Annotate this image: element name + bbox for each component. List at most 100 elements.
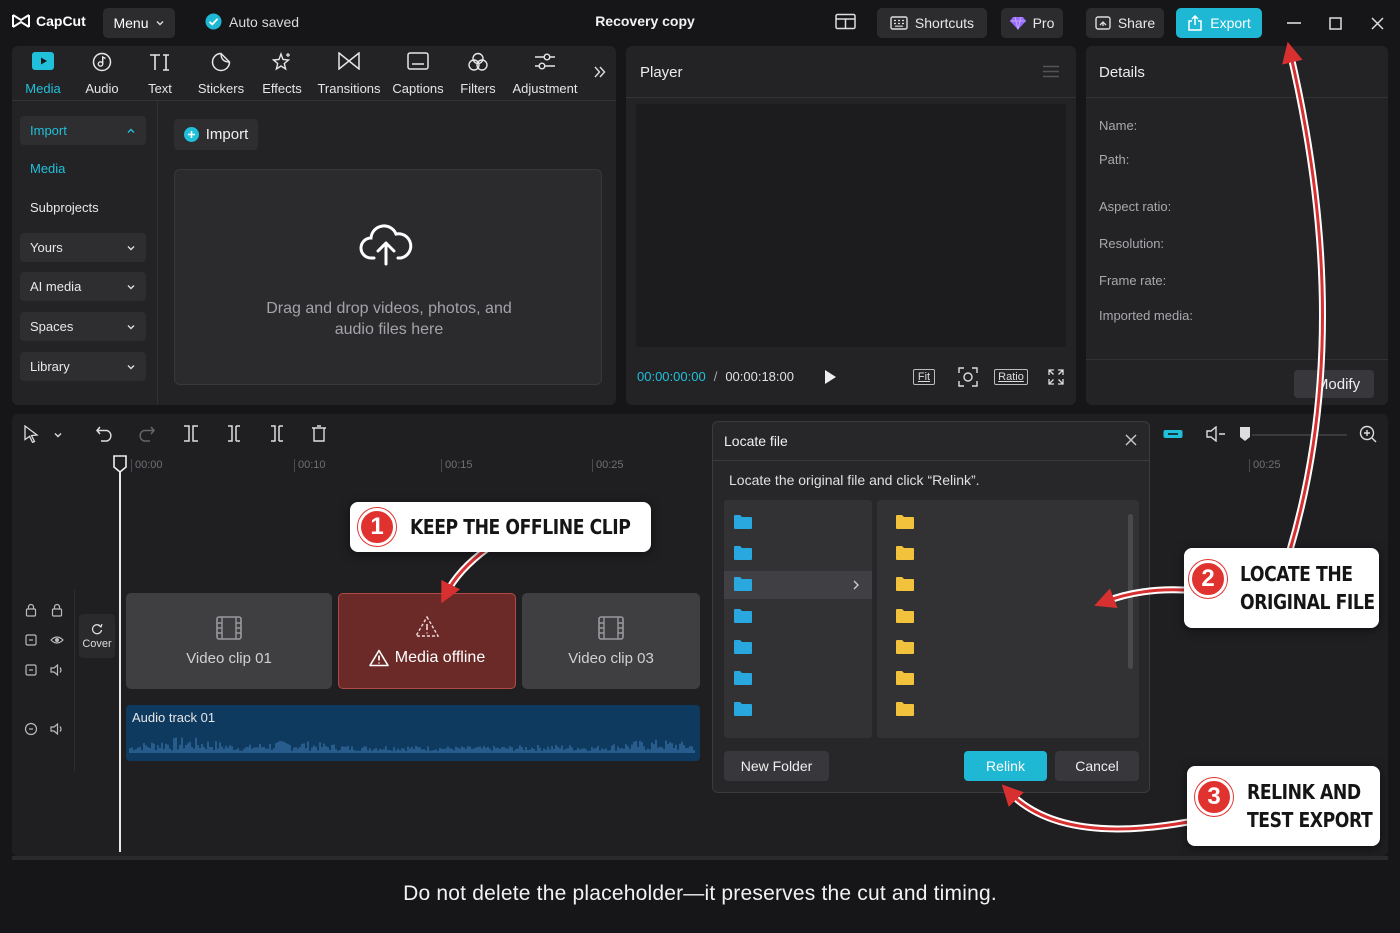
player-menu-icon[interactable] — [1043, 65, 1059, 78]
screenshot-icon[interactable] — [958, 367, 978, 387]
more-tools-icon[interactable] — [594, 66, 606, 78]
ratio-button[interactable]: Ratio — [994, 369, 1028, 385]
details-title: Details — [1099, 64, 1145, 81]
chevron-down-icon — [127, 364, 135, 369]
zoom-slider-handle[interactable] — [1240, 427, 1250, 441]
lock-icon[interactable] — [50, 603, 64, 617]
folder-icon[interactable] — [895, 701, 915, 717]
file-list[interactable] — [877, 500, 1139, 738]
track-audio-box-icon[interactable] — [24, 663, 38, 677]
eye-icon[interactable] — [50, 633, 64, 647]
chevron-right-icon[interactable] — [852, 579, 860, 591]
chevron-down-icon — [156, 21, 164, 26]
drop-zone[interactable]: Drag and drop videos, photos, and audio … — [174, 169, 602, 385]
export-button[interactable]: Export — [1176, 8, 1262, 38]
redo-icon[interactable] — [137, 425, 155, 442]
folder-icon[interactable] — [733, 670, 753, 686]
playhead-handle[interactable] — [113, 455, 127, 473]
tool-adjustment[interactable]: Adjustment — [509, 52, 581, 96]
fullscreen-icon[interactable] — [1048, 369, 1064, 385]
video-clip[interactable]: Video clip 03 — [522, 593, 700, 689]
callout-text: TEST EXPORT — [1247, 808, 1373, 832]
file-list-scrollbar[interactable] — [1128, 514, 1133, 669]
folder-icon[interactable] — [733, 514, 753, 530]
detail-frame-rate-label: Frame rate: — [1099, 273, 1167, 288]
layout-icon[interactable] — [835, 13, 856, 30]
plus-circle-icon — [183, 127, 199, 142]
link-toggle-icon[interactable] — [1163, 428, 1183, 440]
zoom-slider-track[interactable] — [1252, 434, 1347, 436]
folder-icon[interactable] — [895, 576, 915, 592]
video-clip[interactable]: Video clip 01 — [126, 593, 332, 689]
relink-button[interactable]: Relink — [964, 751, 1047, 781]
maximize-icon[interactable] — [1324, 12, 1346, 34]
track-visibility-box-icon[interactable] — [24, 633, 38, 647]
folder-icon[interactable] — [733, 639, 753, 655]
select-cursor-icon[interactable] — [23, 425, 39, 443]
folder-icon[interactable] — [733, 608, 753, 624]
upload-cloud-icon — [359, 222, 413, 268]
sidebar-divider — [157, 100, 158, 405]
speaker-icon[interactable] — [50, 663, 64, 677]
folder-icon[interactable] — [733, 576, 753, 592]
fit-button[interactable]: Fit — [913, 369, 935, 385]
modify-button[interactable]: Modify — [1294, 370, 1374, 398]
sidebar-item-media[interactable]: Media — [20, 154, 146, 183]
playhead-line[interactable] — [119, 470, 121, 852]
new-folder-button[interactable]: New Folder — [724, 751, 829, 781]
sidebar-item-ai-media[interactable]: AI media — [20, 272, 146, 301]
chevron-down-icon[interactable] — [53, 430, 63, 440]
autosave-text: Auto saved — [229, 13, 300, 30]
shortcuts-button[interactable]: Shortcuts — [877, 8, 987, 38]
menu-button[interactable]: Menu — [103, 8, 175, 38]
split-icon[interactable] — [183, 425, 199, 442]
speaker-icon[interactable] — [50, 722, 64, 736]
cancel-button[interactable]: Cancel — [1055, 751, 1139, 781]
audio-split-icon[interactable] — [1206, 426, 1226, 442]
delete-icon[interactable] — [311, 425, 327, 442]
folder-icon[interactable] — [895, 639, 915, 655]
sidebar-item-yours[interactable]: Yours — [20, 233, 146, 262]
timeline-scrollbar[interactable] — [12, 856, 1388, 860]
close-window-icon[interactable] — [1366, 12, 1388, 34]
offline-clip[interactable]: Media offline — [338, 593, 516, 689]
cover-button[interactable]: Cover — [79, 614, 115, 658]
lock-icon[interactable] — [24, 603, 38, 617]
sidebar-item-import[interactable]: Import — [20, 116, 146, 145]
audio-lock-icon[interactable] — [24, 722, 38, 736]
zoom-in-icon[interactable] — [1359, 425, 1377, 443]
import-button[interactable]: Import — [174, 119, 258, 150]
folder-icon[interactable] — [733, 701, 753, 717]
share-button[interactable]: Share — [1086, 8, 1164, 38]
trim-left-icon[interactable] — [226, 425, 242, 442]
tool-adjustment-label: Adjustment — [512, 81, 578, 96]
sidebar-item-library[interactable]: Library — [20, 352, 146, 381]
sidebar-item-spaces[interactable]: Spaces — [20, 312, 146, 341]
sidebar-item-label: Spaces — [30, 319, 74, 334]
folder-icon[interactable] — [895, 545, 915, 561]
sidebar-item-subprojects[interactable]: Subprojects — [20, 193, 146, 222]
close-icon[interactable] — [1125, 434, 1137, 446]
undo-icon[interactable] — [96, 425, 114, 442]
tool-media[interactable]: Media — [11, 52, 75, 96]
tool-filters[interactable]: Filters — [446, 52, 510, 96]
folder-icon[interactable] — [895, 608, 915, 624]
tool-captions[interactable]: Captions — [386, 52, 450, 96]
tool-text[interactable]: Text — [128, 52, 192, 96]
tool-transitions[interactable]: Transitions — [317, 52, 381, 96]
video-preview[interactable] — [636, 104, 1066, 347]
folder-icon[interactable] — [895, 514, 915, 530]
pro-button[interactable]: Pro — [1001, 8, 1063, 38]
tool-effects[interactable]: Effects — [250, 52, 314, 96]
time-display: 00:00:00:00 / 00:00:18:00 — [637, 369, 794, 384]
trim-right-icon[interactable] — [269, 425, 285, 442]
folder-icon[interactable] — [895, 670, 915, 686]
tool-stickers[interactable]: Stickers — [189, 52, 253, 96]
tool-audio[interactable]: Audio — [70, 52, 134, 96]
edit-cover-icon — [91, 623, 103, 634]
audio-track[interactable]: Audio track 01 — [126, 705, 700, 761]
folder-icon[interactable] — [733, 545, 753, 561]
minimize-icon[interactable] — [1283, 12, 1305, 34]
tool-stickers-label: Stickers — [197, 81, 245, 96]
play-icon[interactable] — [823, 369, 837, 385]
